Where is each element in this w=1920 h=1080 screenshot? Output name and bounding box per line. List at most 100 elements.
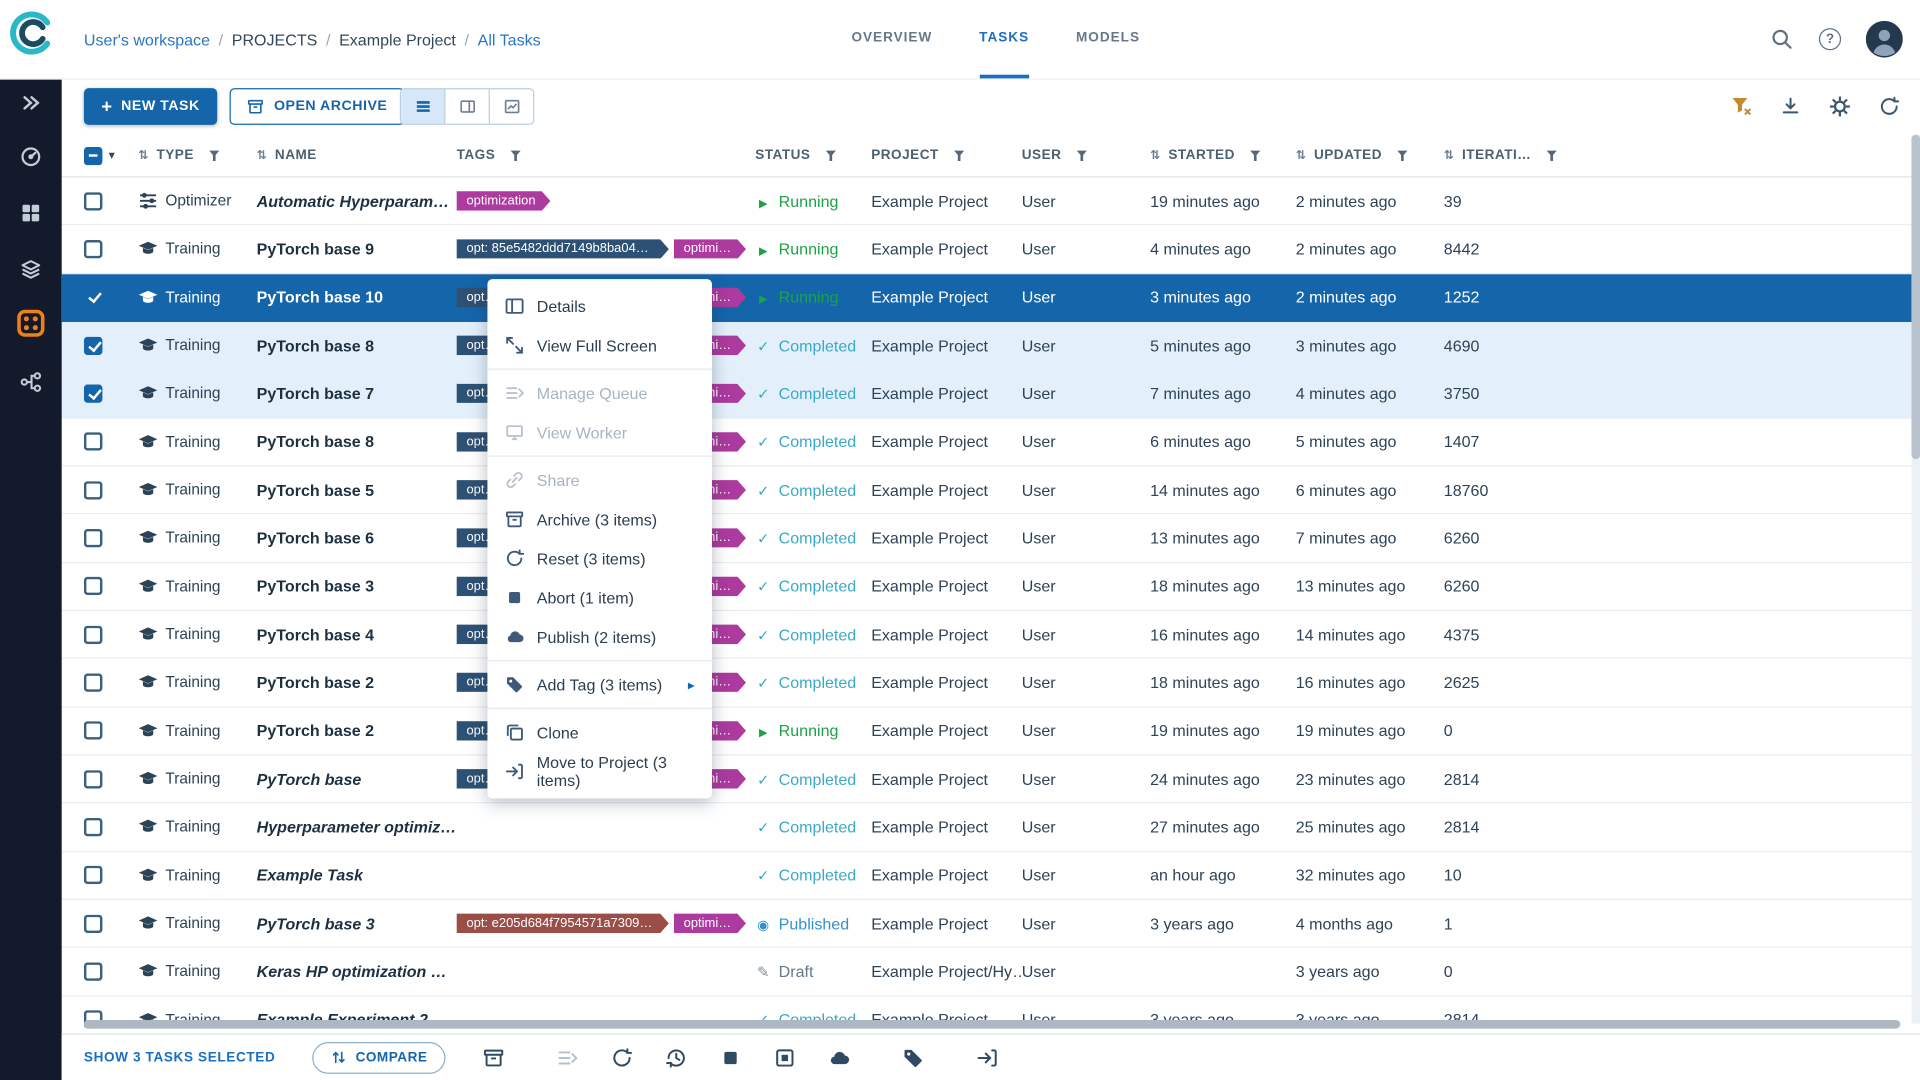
view-info-button[interactable] — [445, 89, 490, 124]
filter-icon[interactable] — [825, 150, 837, 162]
row-checkbox[interactable] — [84, 288, 103, 306]
add-tag-icon[interactable] — [903, 1046, 925, 1068]
tab-models[interactable]: MODELS — [1076, 0, 1140, 78]
column-header-status[interactable]: STATUS — [755, 148, 871, 163]
row-checkbox[interactable] — [83, 191, 103, 211]
row-checkbox[interactable] — [83, 239, 103, 259]
filter-icon[interactable] — [1546, 150, 1558, 162]
row-checkbox[interactable] — [83, 769, 103, 789]
menu-item-move-to-project[interactable]: Move to Project (3 items) — [487, 752, 712, 791]
select-all-checkbox[interactable] — [83, 146, 103, 165]
task-name[interactable]: Keras HP optimization base — [257, 962, 457, 980]
row-checkbox[interactable] — [83, 577, 103, 596]
table-row[interactable]: Training Keras HP optimization base Draf… — [61, 948, 1920, 997]
selection-dropdown-caret[interactable] — [109, 149, 115, 162]
table-row[interactable]: Training PyTorch base 7 opt… optimi… Com… — [61, 370, 1920, 419]
row-checkbox[interactable] — [83, 962, 103, 981]
tab-tasks[interactable]: TASKS — [979, 0, 1030, 79]
search-icon[interactable] — [1770, 27, 1795, 51]
tab-overview[interactable]: OVERVIEW — [851, 0, 932, 78]
column-header-name[interactable]: NAME — [257, 148, 457, 163]
vertical-scrollbar-thumb[interactable] — [1911, 134, 1920, 460]
filter-icon[interactable] — [1396, 150, 1408, 162]
row-checkbox[interactable] — [83, 528, 103, 548]
table-row[interactable]: Training PyTorch base 2 opt… optimi… Run… — [61, 707, 1920, 756]
table-row[interactable]: Optimizer Automatic Hyperparamete… optim… — [61, 177, 1920, 226]
table-row[interactable]: Training Example Task Completed Example … — [61, 851, 1920, 900]
breadcrumb-project[interactable]: Example Project — [339, 30, 456, 48]
table-row[interactable]: Training PyTorch base 4 opt… optimi… Com… — [61, 610, 1920, 660]
table-row[interactable]: Training PyTorch base 10 opt… optimi… Ru… — [61, 273, 1920, 323]
sort-icon[interactable] — [1296, 148, 1307, 163]
filter-icon[interactable] — [208, 150, 220, 162]
menu-item-archive[interactable]: Archive (3 items) — [487, 500, 712, 539]
task-name[interactable]: Example Task — [257, 866, 363, 884]
sort-icon[interactable] — [1444, 148, 1455, 163]
view-table-button[interactable] — [401, 89, 446, 124]
clearml-logo[interactable] — [9, 10, 56, 57]
help-icon[interactable] — [1818, 28, 1842, 51]
view-graph-button[interactable] — [490, 89, 533, 123]
row-checkbox[interactable] — [83, 336, 103, 355]
menu-item-publish[interactable]: Publish (2 items) — [487, 617, 712, 656]
menu-item-abort[interactable]: Abort (1 item) — [487, 578, 712, 617]
breadcrumb-all-tasks[interactable]: All Tasks — [478, 30, 541, 48]
archive-icon[interactable] — [483, 1046, 505, 1068]
table-row[interactable]: Training PyTorch base 5 opt… optimi… Com… — [61, 466, 1920, 515]
new-task-button[interactable]: NEW TASK — [83, 88, 218, 125]
table-row[interactable]: Training PyTorch base 3 opt… optimi… Com… — [61, 562, 1920, 611]
table-row[interactable]: Training Hyperparameter optimizati… Comp… — [61, 803, 1920, 852]
experiments-icon-active[interactable] — [16, 309, 46, 338]
expand-sidebar-icon[interactable] — [16, 88, 46, 117]
column-header-started[interactable]: STARTED — [1150, 148, 1296, 163]
row-checkbox[interactable] — [83, 480, 103, 500]
auto-refresh-icon[interactable] — [1878, 96, 1900, 118]
menu-item-add-tag[interactable]: Add Tag (3 items) — [487, 665, 712, 704]
sort-icon[interactable] — [1150, 148, 1161, 163]
task-name[interactable]: PyTorch base 6 — [257, 529, 374, 547]
menu-item-reset[interactable]: Reset (3 items) — [487, 539, 712, 578]
table-row[interactable]: Training PyTorch base 8 opt… optimi… Com… — [61, 322, 1920, 371]
breadcrumb-workspace[interactable]: User's workspace — [84, 30, 210, 48]
task-name[interactable]: PyTorch base 7 — [257, 384, 374, 402]
compare-button[interactable]: COMPARE — [312, 1041, 446, 1074]
task-name[interactable]: PyTorch base 4 — [257, 625, 374, 643]
filter-icon[interactable] — [1076, 150, 1088, 162]
filter-icon[interactable] — [1249, 150, 1261, 162]
column-header-type[interactable]: TYPE — [138, 148, 256, 163]
abort-icon[interactable] — [720, 1046, 742, 1068]
projects-icon[interactable] — [16, 198, 46, 227]
filter-icon[interactable] — [953, 150, 965, 162]
table-row[interactable]: Training PyTorch base opt… optimi… Compl… — [61, 755, 1920, 804]
row-checkbox[interactable] — [83, 914, 103, 933]
row-checkbox[interactable] — [83, 721, 103, 740]
column-header-tags[interactable]: TAGS — [457, 148, 756, 163]
task-name[interactable]: PyTorch base 2 — [257, 722, 374, 740]
column-header-project[interactable]: PROJECT — [871, 148, 1022, 163]
row-checkbox[interactable] — [83, 432, 103, 451]
table-row[interactable]: Training PyTorch base 6 opt… optimi… Com… — [61, 514, 1920, 563]
pipelines-icon[interactable] — [16, 367, 46, 396]
clear-filters-icon[interactable] — [1730, 96, 1752, 118]
sort-icon[interactable] — [257, 148, 268, 163]
task-name[interactable]: PyTorch base — [257, 770, 362, 788]
download-icon[interactable] — [1779, 96, 1801, 118]
datasets-icon[interactable] — [16, 255, 46, 284]
task-name[interactable]: PyTorch base 8 — [257, 336, 374, 354]
menu-item-details[interactable]: Details — [487, 287, 712, 326]
settings-icon[interactable] — [1829, 96, 1851, 118]
refresh-icon[interactable] — [611, 1046, 633, 1068]
task-name[interactable]: Hyperparameter optimizati… — [257, 818, 457, 836]
abort-all-children-icon[interactable] — [774, 1046, 796, 1068]
task-name[interactable]: Automatic Hyperparamete… — [257, 192, 457, 210]
row-checkbox[interactable] — [83, 866, 103, 885]
reset-icon[interactable] — [666, 1046, 688, 1068]
column-header-user[interactable]: USER — [1022, 148, 1150, 163]
move-to-project-icon[interactable] — [977, 1046, 999, 1068]
open-archive-button[interactable]: OPEN ARCHIVE — [229, 88, 405, 125]
vertical-scrollbar[interactable] — [1911, 134, 1920, 1024]
table-row[interactable]: Training PyTorch base 9 opt: 85e5482ddd7… — [61, 225, 1920, 274]
table-row[interactable]: Training PyTorch base 8 opt… optimi… Com… — [61, 418, 1920, 467]
breadcrumb-projects[interactable]: PROJECTS — [232, 30, 318, 48]
task-name[interactable]: PyTorch base 3 — [257, 914, 375, 932]
